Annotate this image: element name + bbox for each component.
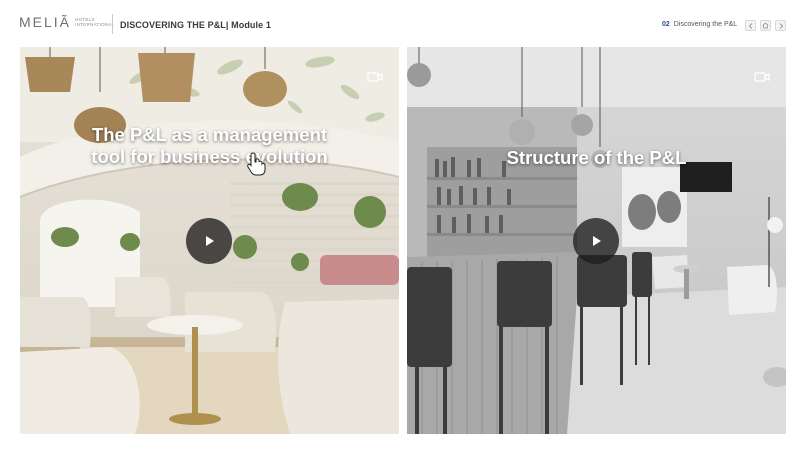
play-icon — [206, 236, 214, 246]
play-button[interactable] — [186, 218, 232, 264]
video-camera-icon — [754, 72, 770, 82]
play-icon — [593, 236, 601, 246]
card-title: Structure of the P&L — [506, 147, 687, 168]
section-label: Discovering the P&L — [673, 21, 738, 28]
play-button[interactable] — [573, 218, 619, 264]
logo-wordmark: MELIÃ — [19, 14, 72, 30]
hand-pointer-icon — [247, 152, 266, 176]
logo-sub-line2: INTERNATIONAL — [75, 22, 115, 27]
course-title: DISCOVERING THE P&L| Module 1 — [120, 20, 271, 30]
video-camera-icon — [367, 72, 383, 82]
video-card-pl-management-tool[interactable]: The P&L as a management tool for busines… — [20, 47, 399, 434]
header-divider — [112, 14, 113, 34]
melia-logo: MELIÃ HOTELS INTERNATIONAL — [19, 14, 115, 30]
video-card-pl-structure[interactable]: Structure of the P&L — [407, 47, 786, 434]
logo-subtitle: HOTELS INTERNATIONAL — [75, 17, 115, 27]
section-number: 02 — [662, 21, 670, 28]
top-bar: MELIÃ HOTELS INTERNATIONAL DISCOVERING T… — [0, 0, 804, 46]
chevron-right-icon — [779, 22, 783, 29]
next-button[interactable] — [775, 20, 786, 31]
section-indicator: 02 Discovering the P&L — [662, 21, 737, 28]
previous-button[interactable] — [745, 20, 756, 31]
chevron-left-icon — [748, 22, 752, 29]
home-button[interactable] — [760, 20, 771, 31]
home-icon — [762, 22, 769, 29]
card-title: The P&L as a management tool for busines… — [91, 124, 328, 167]
